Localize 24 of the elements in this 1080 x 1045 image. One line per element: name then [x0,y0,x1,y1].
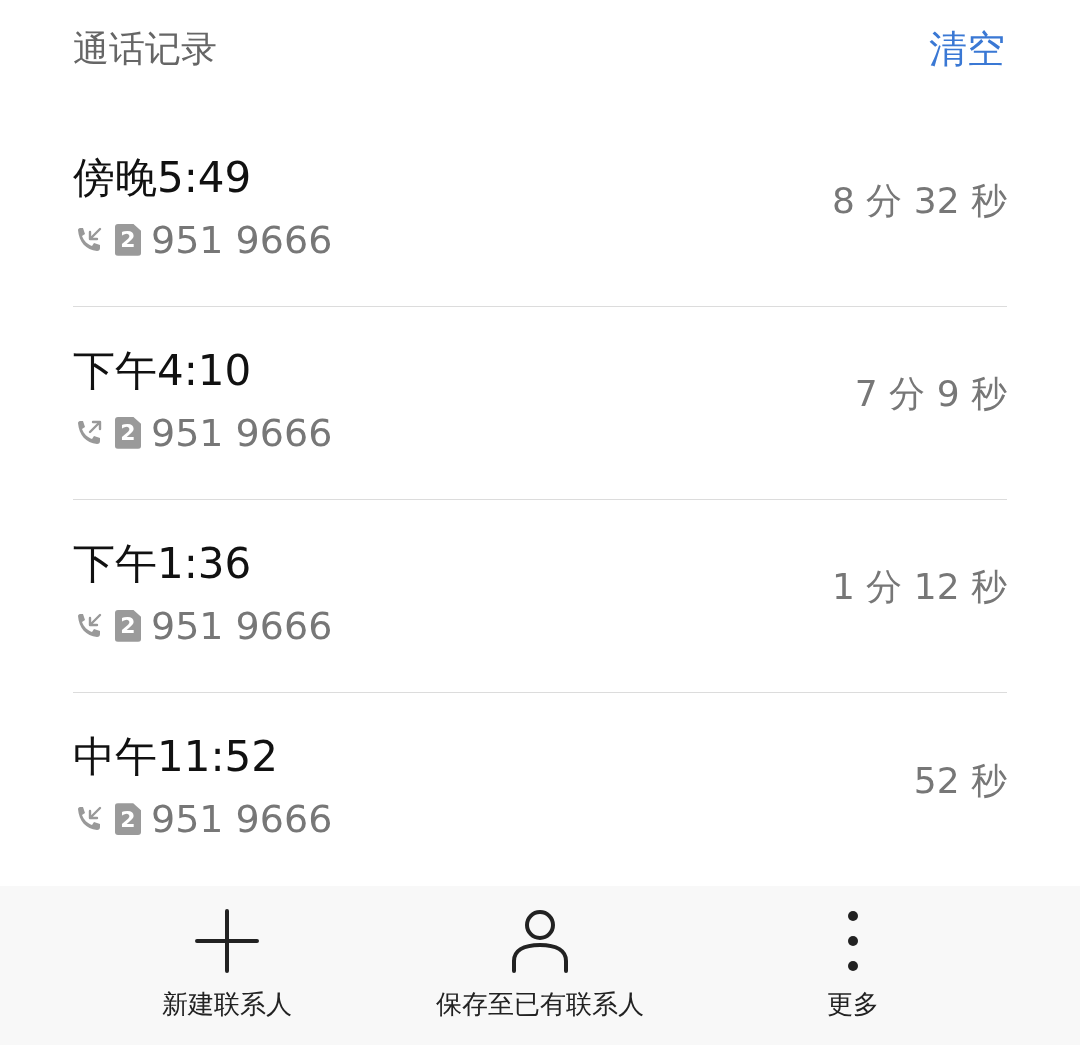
sim-badge: 2 [115,223,141,256]
call-duration: 52 秒 [913,758,1007,803]
person-icon [511,908,569,973]
call-duration: 1 分 12 秒 [831,565,1007,610]
sim-badge: 2 [115,803,141,836]
sim-badge: 2 [115,416,141,449]
phone-number: 951 9666 [151,603,333,648]
phone-number: 951 9666 [151,797,333,842]
toolbar-button[interactable]: 新建联系人 [70,885,384,1045]
toolbar-button[interactable]: 更多 [696,885,1010,1045]
call-time: 中午11:52 [73,731,280,784]
call-time: 傍晚5:49 [73,151,253,204]
call-time: 下午4:10 [73,344,253,397]
clear-link[interactable]: 清空 [929,24,1005,76]
toolbar-button[interactable]: 保存至已有联系人 [383,885,697,1045]
plus-icon [194,908,259,973]
sim-badge: 2 [115,609,141,642]
phone-number: 951 9666 [151,217,333,262]
phone-number: 951 9666 [151,410,333,455]
more-icon [846,908,861,973]
call-duration: 8 分 32 秒 [831,179,1007,224]
call-time: 下午1:36 [73,537,253,590]
call-duration: 7 分 9 秒 [854,372,1007,417]
section-title: 通话记录 [73,27,217,72]
